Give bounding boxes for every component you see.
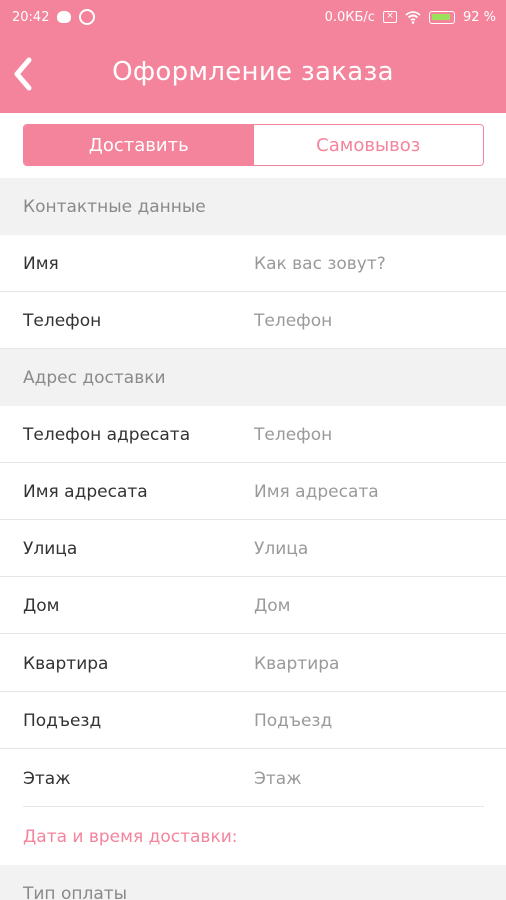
sim-icon: × [382, 11, 397, 23]
recipient-phone-label: Телефон адресата [23, 424, 191, 445]
page-title: Оформление заказа [112, 57, 394, 87]
battery-level: 92 % [462, 9, 496, 25]
house-input[interactable]: Дом [254, 596, 484, 616]
entrance-row: Подъезд Подъезд [0, 692, 506, 749]
floor-label: Этаж [23, 768, 71, 789]
recipient-phone-input[interactable]: Телефон [254, 425, 484, 445]
battery-icon [428, 10, 455, 24]
phone-row: Телефон Телефон [0, 292, 506, 349]
house-row: Дом Дом [0, 577, 506, 634]
apartment-input[interactable]: Квартира [254, 654, 484, 674]
status-time: 20:42 [12, 9, 50, 25]
apartment-row: Квартира Квартира [0, 635, 506, 692]
floor-row: Этаж Этаж [0, 750, 506, 807]
apartment-label: Квартира [23, 653, 109, 674]
recipient-name-row: Имя адресата Имя адресата [0, 463, 506, 520]
recipient-name-label: Имя адресата [23, 481, 148, 502]
recipient-phone-row: Телефон адресата Телефон [0, 406, 506, 463]
phone-input[interactable]: Телефон [254, 311, 484, 331]
street-label: Улица [23, 538, 78, 559]
status-bar: 20:42 0.0КБ/с × 92 % [0, 0, 506, 34]
wifi-icon [405, 11, 421, 24]
delivery-datetime-link[interactable]: Дата и время доставки: [0, 808, 506, 865]
delivery-mode-toggle: Доставить Самовывоз [23, 124, 484, 166]
street-input[interactable]: Улица [254, 539, 484, 559]
app-bar: 20:42 0.0КБ/с × 92 % Оформление заказа [0, 0, 506, 113]
name-input[interactable]: Как вас зовут? [254, 254, 484, 274]
whatsapp-notification-icon [79, 9, 96, 25]
floor-input[interactable]: Этаж [254, 769, 484, 789]
name-label: Имя [23, 253, 59, 274]
contacts-section-header: Контактные данные [0, 178, 506, 235]
address-section-header: Адрес доставки [0, 349, 506, 406]
entrance-input[interactable]: Подъезд [254, 711, 484, 731]
recipient-name-input[interactable]: Имя адресата [254, 482, 484, 502]
cat-notification-icon [57, 11, 72, 23]
name-row: Имя Как вас зовут? [0, 235, 506, 292]
house-label: Дом [23, 595, 60, 616]
phone-label: Телефон [23, 310, 102, 331]
street-row: Улица Улица [0, 520, 506, 577]
entrance-label: Подъезд [23, 710, 102, 731]
network-speed: 0.0КБ/с [324, 9, 375, 25]
payment-section-header: Тип оплаты [0, 865, 506, 900]
deliver-tab[interactable]: Доставить [24, 125, 254, 165]
pickup-tab[interactable]: Самовывоз [253, 125, 483, 165]
